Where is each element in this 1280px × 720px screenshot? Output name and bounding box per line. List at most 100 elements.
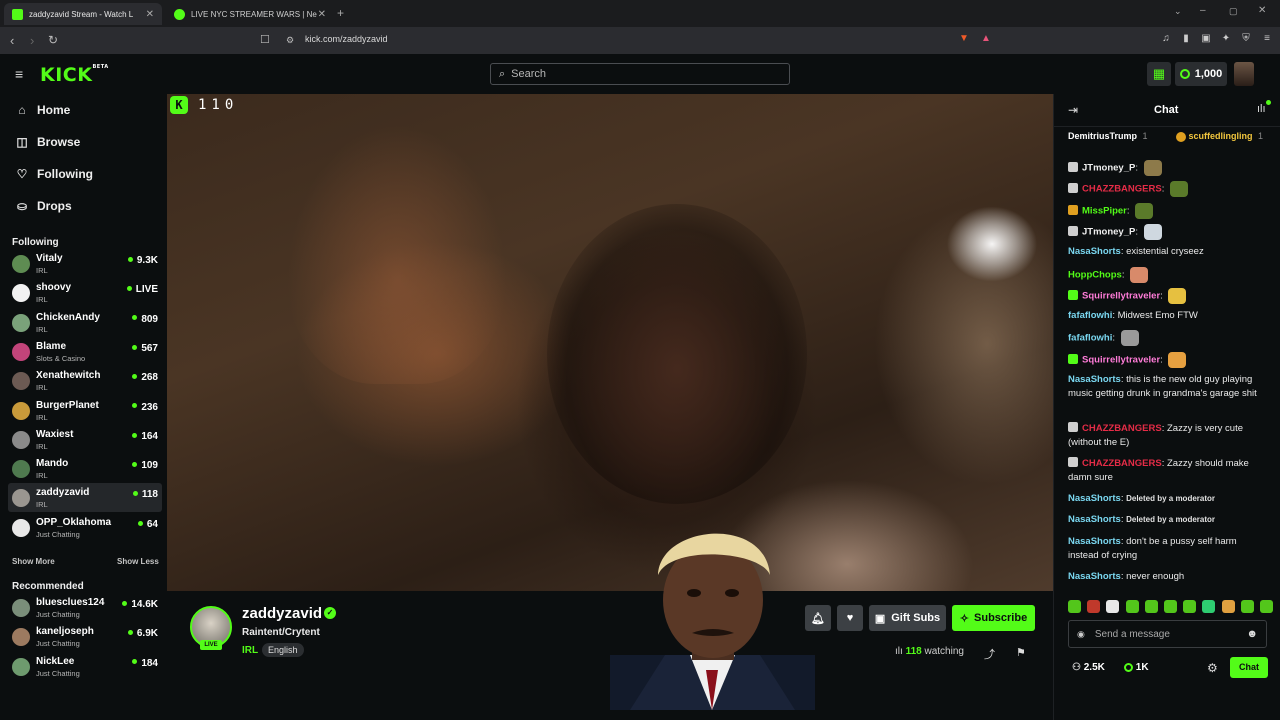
- chat-username[interactable]: HoppChops: [1068, 269, 1122, 280]
- chat-username[interactable]: fafaflowhi: [1068, 333, 1112, 344]
- chat-username[interactable]: NasaShorts: [1068, 246, 1121, 257]
- chat-username[interactable]: fafaflowhi: [1068, 310, 1112, 321]
- reload-icon[interactable]: ↻: [48, 33, 58, 47]
- url-field[interactable]: kick.com/zaddyzavid: [305, 34, 388, 44]
- wallet-icon[interactable]: ▣: [1200, 33, 1212, 45]
- sidebar-toggle-icon[interactable]: ▮: [1180, 33, 1192, 45]
- sidebar-channel[interactable]: bluesclues124 Just Chatting 14.6K: [8, 593, 162, 622]
- emote-button[interactable]: [1106, 600, 1120, 613]
- emote-button[interactable]: [1125, 600, 1139, 613]
- minimize-icon[interactable]: –: [1200, 5, 1206, 16]
- gift-subs-button[interactable]: ▣ Gift Subs: [869, 605, 946, 631]
- sidebar-channel[interactable]: Xenathewitch IRL 268: [8, 366, 162, 395]
- creator-dashboard-icon[interactable]: ▦: [1147, 62, 1171, 86]
- leo-ai-icon[interactable]: ✦: [1220, 33, 1232, 45]
- sidebar-channel[interactable]: BurgerPlanet IRL 236: [8, 396, 162, 425]
- chat-username[interactable]: NasaShorts: [1068, 536, 1121, 547]
- chat-username[interactable]: NasaShorts: [1068, 493, 1121, 504]
- emote-button[interactable]: [1068, 600, 1081, 613]
- sidebar-channel[interactable]: OPP_Oklahoma Just Chatting 64: [8, 513, 162, 542]
- maximize-icon[interactable]: ▢: [1229, 6, 1238, 17]
- pinned-user[interactable]: scuffedlingling 1: [1176, 131, 1263, 142]
- close-window-icon[interactable]: ✕: [1258, 5, 1266, 16]
- tab-close-icon[interactable]: ✕: [318, 9, 326, 20]
- stream-category[interactable]: IRL: [242, 645, 258, 656]
- sidebar-channel[interactable]: kaneljoseph Just Chatting 6.9K: [8, 622, 162, 651]
- sidebar-item-home[interactable]: ⌂ Home: [15, 103, 70, 117]
- emote-button[interactable]: [1240, 600, 1254, 613]
- sidebar-channel[interactable]: Waxiest IRL 164: [8, 425, 162, 454]
- pinned-user[interactable]: DemitriusTrump 1: [1068, 131, 1148, 141]
- browser-tab[interactable]: LIVE NYC STREAMER WARS | Ne ✕: [166, 3, 334, 25]
- chat-username[interactable]: JTmoney_P: [1082, 226, 1135, 237]
- overlay-portrait-image: [610, 533, 815, 710]
- channel-viewers: 64: [137, 519, 158, 530]
- follow-button[interactable]: ♥: [837, 605, 863, 631]
- sidebar-channel[interactable]: ChickenAndy IRL 809: [8, 308, 162, 337]
- kicks-balance-button[interactable]: 1,000: [1175, 62, 1227, 86]
- hamburger-menu-icon[interactable]: ≡: [15, 66, 23, 82]
- sidebar-channel[interactable]: Blame Slots & Casino 567: [8, 337, 162, 366]
- channel-name: Waxiest: [36, 428, 74, 440]
- sidebar-item-following[interactable]: ♡ Following: [15, 167, 93, 181]
- brave-rewards-icon[interactable]: ▲: [980, 33, 992, 45]
- chat-username[interactable]: JTmoney_P: [1082, 163, 1135, 174]
- chat-username[interactable]: CHAZZBANGERS: [1082, 423, 1162, 434]
- emote-button[interactable]: [1144, 600, 1158, 613]
- search-box[interactable]: ⌕: [490, 63, 790, 85]
- chat-username[interactable]: CHAZZBANGERS: [1082, 458, 1162, 469]
- sidebar-item-drops[interactable]: ⛀ Drops: [15, 199, 72, 213]
- emote-button[interactable]: [1259, 600, 1273, 613]
- chat-username[interactable]: NasaShorts: [1068, 374, 1121, 385]
- viewer-count: 567: [141, 342, 158, 354]
- site-info-icon[interactable]: ⚙: [286, 35, 294, 46]
- chat-input-box[interactable]: ◉ ☻: [1068, 620, 1267, 648]
- tab-close-icon[interactable]: ✕: [146, 9, 154, 20]
- emote-button[interactable]: [1087, 600, 1101, 613]
- chat-settings-icon[interactable]: ⚙: [1207, 661, 1218, 675]
- chat-username[interactable]: MissPiper: [1082, 205, 1127, 216]
- language-tag[interactable]: English: [262, 643, 304, 657]
- sidebar-channel[interactable]: shoovy IRL LIVE: [8, 278, 162, 307]
- emoji-icon[interactable]: ☻: [1246, 628, 1258, 640]
- chat-username[interactable]: NasaShorts: [1068, 571, 1121, 582]
- chat-username[interactable]: NasaShorts: [1068, 514, 1121, 525]
- channel-viewers: 184: [132, 658, 158, 669]
- emote-button[interactable]: [1163, 600, 1177, 613]
- report-icon[interactable]: ⚑: [1016, 646, 1026, 659]
- emote-button[interactable]: [1202, 600, 1216, 613]
- chat-users-icon[interactable]: ılı: [1257, 103, 1266, 115]
- chat-input[interactable]: [1094, 628, 1235, 640]
- sidebar-channel[interactable]: Vitaly IRL 9.3K: [8, 249, 162, 278]
- sidebar-channel[interactable]: NickLee Just Chatting 184: [8, 652, 162, 681]
- browser-tab-active[interactable]: zaddyzavid Stream - Watch L ✕: [4, 3, 162, 25]
- chat-badge-icon: [1068, 204, 1078, 215]
- sidebar-channel[interactable]: Mando IRL 109: [8, 454, 162, 483]
- emote-button[interactable]: [1221, 600, 1235, 613]
- streamer-name[interactable]: zaddyzavid: [242, 605, 322, 622]
- chat-send-button[interactable]: Chat: [1230, 657, 1268, 678]
- brave-shield-icon[interactable]: ▼: [958, 33, 970, 45]
- kick-logo[interactable]: KICKBETA: [40, 64, 109, 86]
- show-more-button[interactable]: Show More: [12, 557, 55, 566]
- chat-username[interactable]: Squirrellytraveler: [1082, 354, 1160, 365]
- forward-icon[interactable]: ›: [30, 33, 34, 48]
- tab-list-icon[interactable]: ⌄: [1174, 6, 1182, 17]
- chat-username[interactable]: Squirrellytraveler: [1082, 290, 1160, 301]
- back-icon[interactable]: ‹: [10, 33, 14, 48]
- emote-button[interactable]: [1183, 600, 1197, 613]
- sidebar-item-browse[interactable]: ◫ Browse: [15, 135, 80, 149]
- menu-icon[interactable]: ≡: [1261, 33, 1273, 45]
- chat-username[interactable]: CHAZZBANGERS: [1082, 184, 1162, 195]
- subscribe-button[interactable]: ✧ Subscribe: [952, 605, 1035, 631]
- sidebar-channel[interactable]: zaddyzavid IRL 118: [8, 483, 162, 513]
- user-avatar[interactable]: [1234, 62, 1254, 86]
- collapse-chat-icon[interactable]: ⇥: [1068, 103, 1078, 117]
- show-less-button[interactable]: Show Less: [117, 557, 159, 566]
- bookmark-icon[interactable]: ☐: [260, 33, 270, 46]
- new-tab-icon[interactable]: +: [337, 6, 344, 20]
- media-icon[interactable]: ♫: [1160, 33, 1172, 45]
- search-input[interactable]: [511, 68, 762, 80]
- vpn-icon[interactable]: ⛨: [1240, 33, 1252, 45]
- share-icon[interactable]: ⤴: [984, 646, 995, 662]
